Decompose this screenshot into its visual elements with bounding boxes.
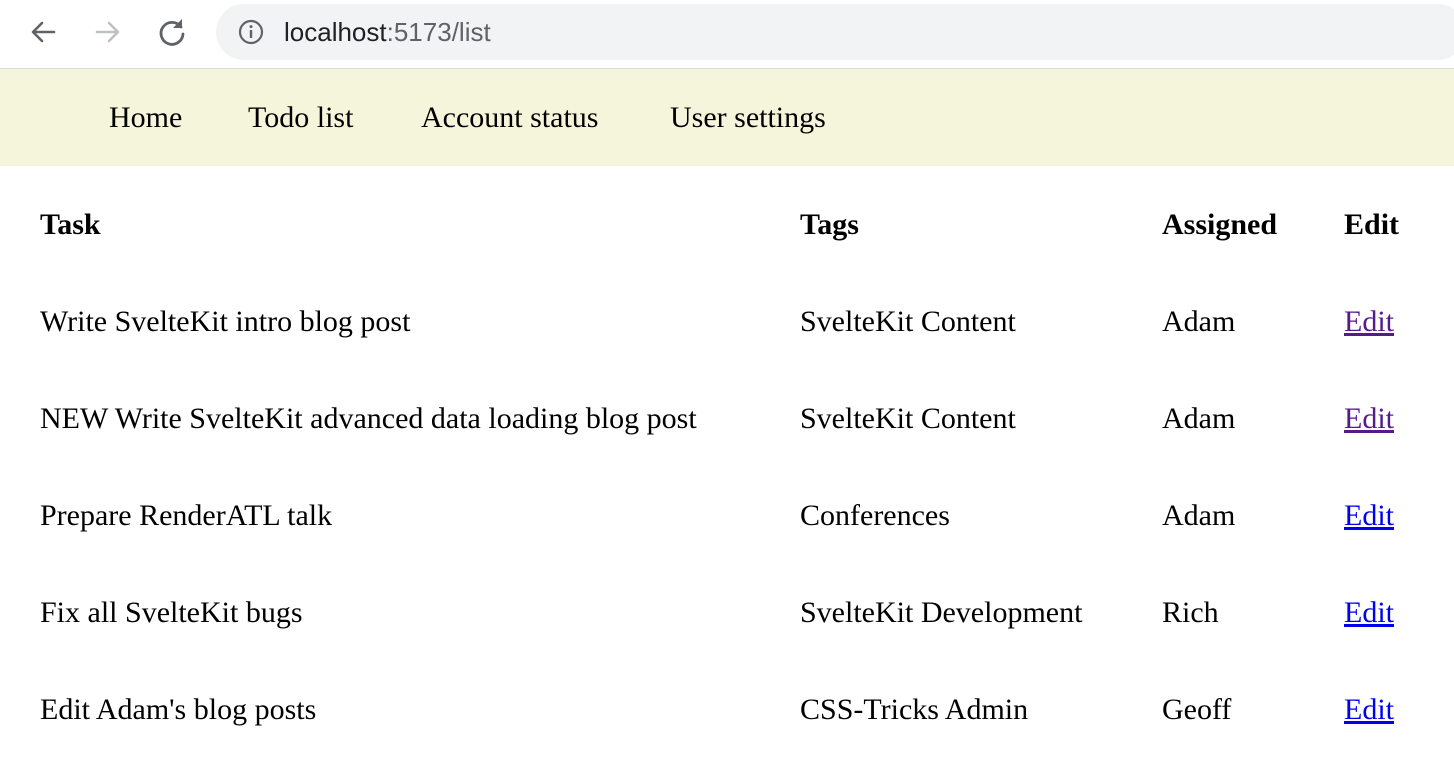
edit-link[interactable]: Edit bbox=[1344, 402, 1394, 436]
header-task: Task bbox=[40, 208, 101, 241]
assigned-cell: Adam bbox=[1162, 402, 1236, 435]
task-cell: Write SvelteKit intro blog post bbox=[40, 305, 411, 338]
url-host: localhost bbox=[284, 17, 387, 47]
info-icon[interactable] bbox=[238, 19, 264, 45]
nav-link-user-settings[interactable]: User settings bbox=[670, 101, 826, 135]
browser-toolbar: localhost:5173/list bbox=[0, 0, 1454, 69]
forward-icon[interactable] bbox=[90, 14, 126, 50]
header-assigned: Assigned bbox=[1162, 208, 1278, 241]
assigned-cell: Adam bbox=[1162, 305, 1236, 338]
header-tags: Tags bbox=[800, 208, 859, 241]
url-path: :5173/list bbox=[386, 17, 491, 47]
nav-link-account-status[interactable]: Account status bbox=[421, 101, 598, 135]
nav-link-todo-list[interactable]: Todo list bbox=[248, 101, 353, 135]
reload-icon[interactable] bbox=[154, 14, 190, 50]
back-icon[interactable] bbox=[25, 14, 61, 50]
assigned-cell: Rich bbox=[1162, 596, 1219, 629]
edit-link[interactable]: Edit bbox=[1344, 693, 1394, 727]
assigned-cell: Geoff bbox=[1162, 693, 1232, 726]
address-bar[interactable]: localhost:5173/list bbox=[216, 4, 1454, 60]
edit-link[interactable]: Edit bbox=[1344, 305, 1394, 339]
tags-cell: CSS-Tricks Admin bbox=[800, 693, 1029, 726]
edit-link[interactable]: Edit bbox=[1344, 596, 1394, 630]
task-cell: NEW Write SvelteKit advanced data loadin… bbox=[40, 402, 697, 435]
edit-link[interactable]: Edit bbox=[1344, 499, 1394, 533]
url-text[interactable]: localhost:5173/list bbox=[284, 17, 491, 47]
tags-cell: SvelteKit Content bbox=[800, 305, 1016, 338]
task-cell: Edit Adam's blog posts bbox=[40, 693, 317, 726]
tags-cell: SvelteKit Content bbox=[800, 402, 1016, 435]
site-nav: Home Todo list Account status User setti… bbox=[0, 69, 1454, 166]
assigned-cell: Adam bbox=[1162, 499, 1236, 532]
task-cell: Fix all SvelteKit bugs bbox=[40, 596, 303, 629]
tags-cell: SvelteKit Development bbox=[800, 596, 1083, 629]
nav-link-home[interactable]: Home bbox=[109, 101, 182, 135]
tags-cell: Conferences bbox=[800, 499, 950, 532]
header-edit: Edit bbox=[1344, 208, 1400, 241]
task-cell: Prepare RenderATL talk bbox=[40, 499, 333, 532]
